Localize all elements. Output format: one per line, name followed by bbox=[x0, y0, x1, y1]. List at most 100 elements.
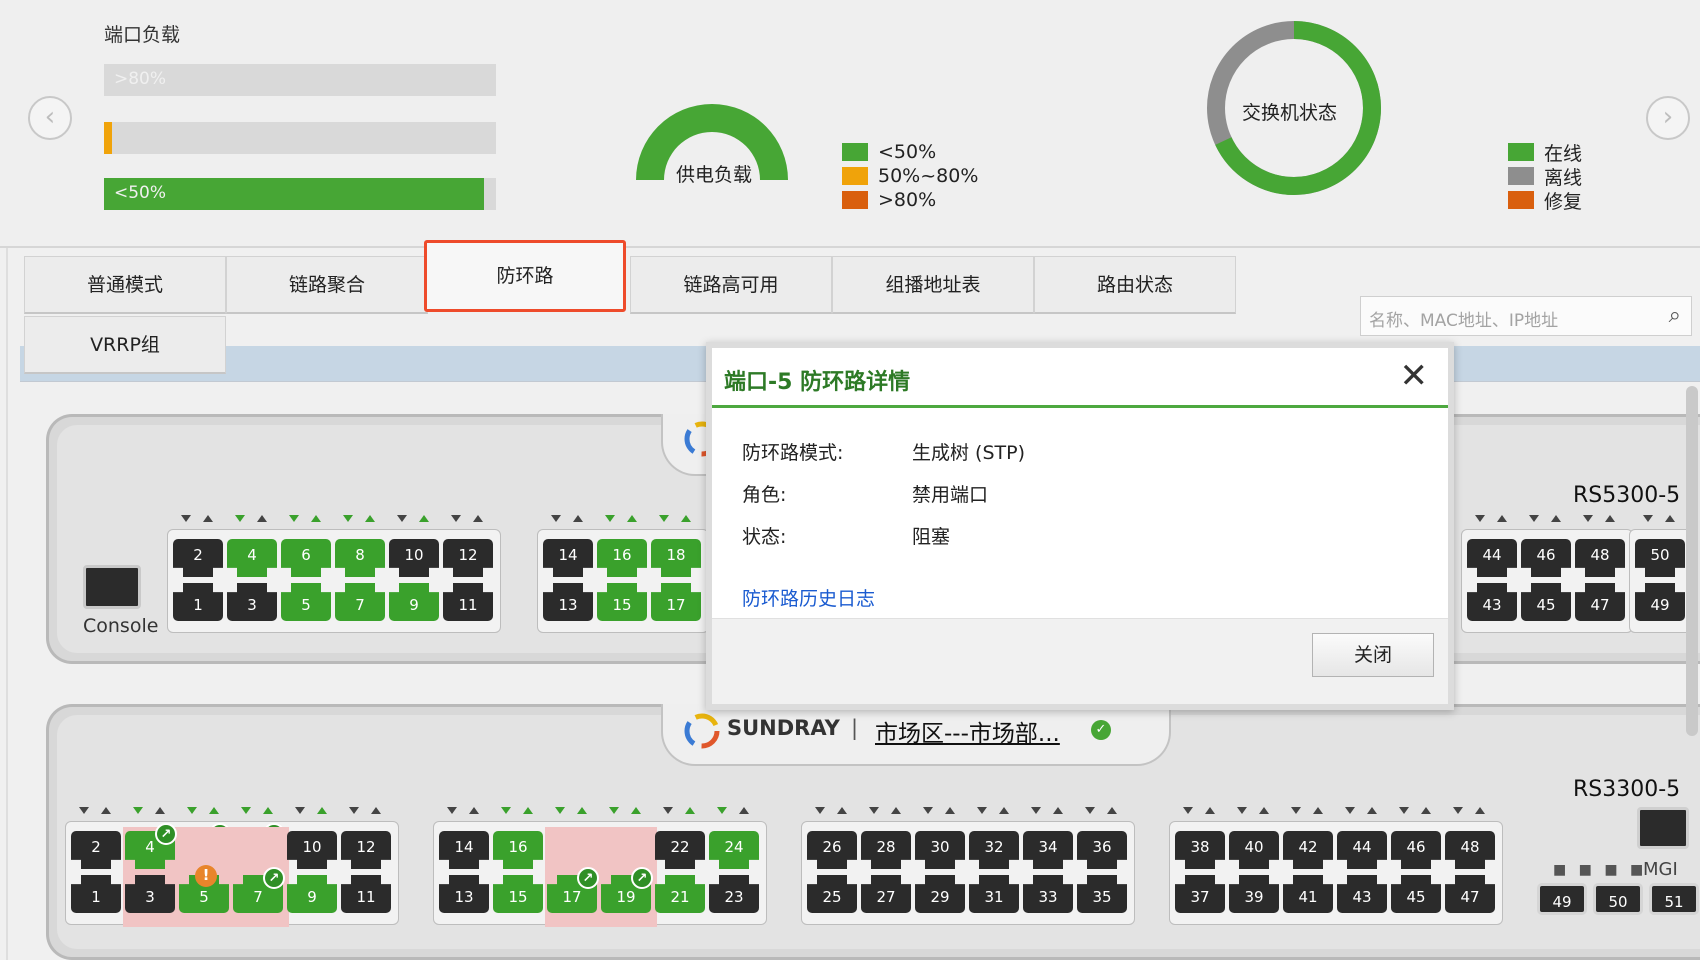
mgmt-port[interactable] bbox=[1637, 807, 1689, 849]
legend-swatch bbox=[842, 143, 868, 161]
link-indicator bbox=[605, 515, 615, 522]
link-indicator bbox=[923, 807, 933, 814]
tab-multicast-table[interactable]: 组播地址表 bbox=[832, 256, 1034, 314]
loop-detail-dialog: 端口-5 防环路详情 ✕ 防环路模式: 生成树 (STP) 角色: 禁用端口 状… bbox=[706, 342, 1454, 710]
tab-route-status[interactable]: 路由状态 bbox=[1034, 256, 1236, 314]
link-indicator bbox=[685, 807, 695, 814]
sfp-port-51[interactable]: 51 bbox=[1649, 883, 1699, 915]
legend-item: 50%~80% bbox=[842, 164, 978, 188]
link-indicator bbox=[1475, 515, 1485, 522]
tab-vrrp-group[interactable]: VRRP组 bbox=[24, 316, 226, 374]
field-value: 生成树 (STP) bbox=[912, 442, 1025, 464]
power-load-label: 供电负载 bbox=[676, 164, 753, 186]
close-icon[interactable]: ✕ bbox=[1400, 356, 1429, 396]
sfp-port-49[interactable]: 49 bbox=[1537, 883, 1587, 915]
mgmt-label: MGI bbox=[1643, 859, 1678, 880]
link-indicator bbox=[681, 515, 691, 522]
link-indicator bbox=[371, 807, 381, 814]
link-indicator bbox=[1421, 807, 1431, 814]
link-indicator bbox=[473, 515, 483, 522]
link-indicator bbox=[181, 515, 191, 522]
link-indicator bbox=[739, 807, 749, 814]
bar-fill bbox=[104, 122, 112, 154]
link-indicator bbox=[1643, 515, 1653, 522]
switch-location-link[interactable]: 市场区---市场部... bbox=[875, 714, 1060, 748]
link-indicator bbox=[257, 515, 267, 522]
search-input[interactable]: 名称、MAC地址、IP地址 ⌕ bbox=[1360, 296, 1692, 336]
link-indicator bbox=[1399, 807, 1409, 814]
chevron-right-icon[interactable]: › bbox=[1646, 96, 1690, 140]
link-indicator bbox=[1475, 807, 1485, 814]
uplink-arrow-icon: ↗ bbox=[155, 823, 177, 845]
legend-item: 在线 bbox=[1508, 140, 1583, 165]
console-label: Console bbox=[83, 615, 159, 637]
link-indicator bbox=[1205, 807, 1215, 814]
link-indicator bbox=[501, 807, 511, 814]
switch-model: RS5300-5 bbox=[1573, 483, 1681, 508]
link-indicator bbox=[295, 807, 305, 814]
link-indicator bbox=[263, 807, 273, 814]
link-indicator bbox=[869, 807, 879, 814]
online-check-icon: ✓ bbox=[1091, 720, 1111, 740]
link-indicator bbox=[573, 515, 583, 522]
sfp-port-50[interactable]: 50 bbox=[1593, 883, 1643, 915]
close-button[interactable]: 关闭 bbox=[1312, 633, 1434, 677]
tab-link-aggregation[interactable]: 链路聚合 bbox=[226, 256, 428, 314]
dialog-header: 端口-5 防环路详情 ✕ bbox=[712, 348, 1448, 408]
link-indicator bbox=[1665, 515, 1675, 522]
brand-separator: | bbox=[851, 716, 859, 740]
link-indicator bbox=[631, 807, 641, 814]
link-indicator bbox=[891, 807, 901, 814]
legend-item: >80% bbox=[842, 188, 978, 212]
link-indicator bbox=[289, 515, 299, 522]
legend-swatch bbox=[1508, 191, 1534, 209]
field-value: 阻塞 bbox=[912, 526, 951, 548]
legend-label: <50% bbox=[878, 141, 937, 163]
link-indicator bbox=[101, 807, 111, 814]
legend-label: 在线 bbox=[1544, 142, 1583, 165]
link-indicator bbox=[1259, 807, 1269, 814]
link-indicator bbox=[365, 515, 375, 522]
vertical-scrollbar[interactable] bbox=[1686, 386, 1698, 736]
field-label: 防环路模式: bbox=[742, 442, 844, 464]
legend-swatch bbox=[1508, 167, 1534, 185]
tab-normal-mode[interactable]: 普通模式 bbox=[24, 256, 226, 314]
link-indicator bbox=[241, 807, 251, 814]
link-indicator bbox=[945, 807, 955, 814]
bar-label: <50% bbox=[114, 183, 167, 203]
console-port[interactable] bbox=[83, 565, 141, 609]
link-indicator bbox=[203, 515, 213, 522]
field-label: 状态: bbox=[742, 526, 787, 548]
link-indicator bbox=[1583, 515, 1593, 522]
bar-label: >80% bbox=[114, 69, 167, 89]
chevron-left-icon[interactable]: ‹ bbox=[28, 96, 72, 140]
switch-panel-2: SUNDRAY | 市场区---市场部... ✓ RS3300-5 MGI ■ … bbox=[46, 704, 1700, 960]
link-indicator bbox=[627, 515, 637, 522]
legend-label: 离线 bbox=[1544, 166, 1583, 189]
status-legend: 在线 离线 修复 bbox=[1508, 140, 1583, 213]
link-indicator bbox=[155, 807, 165, 814]
link-indicator bbox=[187, 807, 197, 814]
field-label: 角色: bbox=[742, 484, 787, 506]
legend-item: <50% bbox=[842, 140, 978, 164]
brand-tab: SUNDRAY | 市场区---市场部... ✓ bbox=[661, 704, 1171, 766]
link-indicator bbox=[1605, 515, 1615, 522]
port-load-bar: <50% bbox=[104, 178, 496, 210]
link-indicator bbox=[837, 807, 847, 814]
link-indicator bbox=[1237, 807, 1247, 814]
legend-swatch bbox=[842, 167, 868, 185]
legend-label: >80% bbox=[878, 189, 937, 211]
link-indicator bbox=[1085, 807, 1095, 814]
link-indicator bbox=[133, 807, 143, 814]
loop-history-link[interactable]: 防环路历史日志 bbox=[742, 584, 875, 611]
search-icon[interactable]: ⌕ bbox=[1669, 303, 1681, 328]
legend-item: 离线 bbox=[1508, 164, 1583, 189]
switch-status-label: 交换机状态 bbox=[1242, 102, 1338, 124]
uplink-arrow-icon: ↗ bbox=[577, 867, 599, 889]
tab-loop-prevention[interactable]: 防环路 bbox=[424, 240, 626, 312]
tab-link-high-availability[interactable]: 链路高可用 bbox=[630, 256, 832, 314]
link-indicator bbox=[1529, 515, 1539, 522]
link-indicator bbox=[663, 807, 673, 814]
link-indicator bbox=[815, 807, 825, 814]
link-indicator bbox=[343, 515, 353, 522]
